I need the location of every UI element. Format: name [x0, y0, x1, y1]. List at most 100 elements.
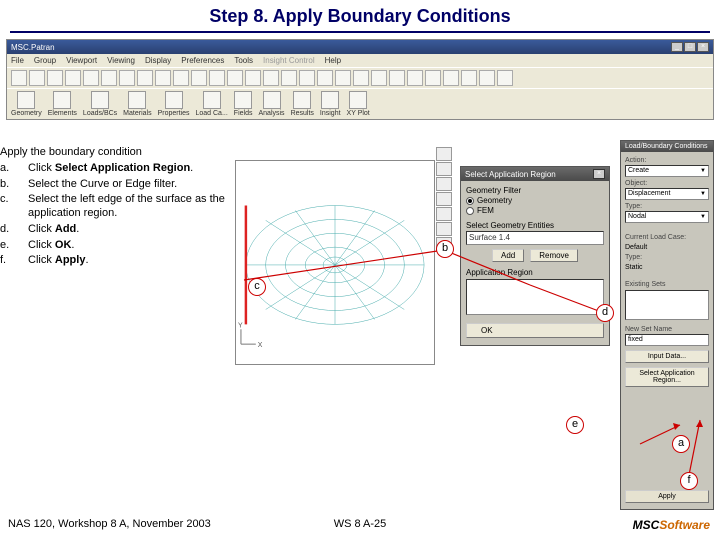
maximize-icon[interactable]: □ — [684, 42, 696, 52]
tool-icon[interactable] — [173, 70, 189, 86]
tool-icon[interactable] — [317, 70, 333, 86]
tool-icon[interactable] — [461, 70, 477, 86]
action-select[interactable]: Create ▼ — [625, 165, 709, 177]
model-viewport[interactable]: Y X — [235, 160, 435, 365]
msc-logo: MSCSoftware — [633, 518, 710, 532]
tool-icon[interactable] — [83, 70, 99, 86]
existing-sets-label: Existing Sets — [625, 281, 709, 288]
footer-center: WS 8 A-25 — [334, 518, 387, 530]
svg-text:X: X — [258, 342, 263, 349]
chevron-down-icon: ▼ — [700, 166, 706, 176]
tool-icon[interactable] — [335, 70, 351, 86]
add-button[interactable]: Add — [492, 249, 524, 262]
tool-icon[interactable] — [353, 70, 369, 86]
cat-label: Loads/BCs — [83, 110, 117, 117]
cat-fields[interactable]: Fields — [234, 91, 253, 117]
instruction-item: b.Select the Curve or Edge filter. — [14, 178, 232, 192]
input-data-button[interactable]: Input Data... — [625, 350, 709, 363]
tool-icon[interactable] — [119, 70, 135, 86]
chevron-down-icon: ▼ — [700, 189, 706, 199]
menu-item[interactable]: Viewport — [66, 56, 97, 65]
vp-tool-icon[interactable] — [436, 207, 452, 221]
vp-tool-icon[interactable] — [436, 192, 452, 206]
remove-button[interactable]: Remove — [530, 249, 578, 262]
tool-icon[interactable] — [11, 70, 27, 86]
tool-icon[interactable] — [227, 70, 243, 86]
radio-label: Geometry — [477, 196, 512, 205]
select-value: Create — [628, 166, 649, 176]
vp-tool-icon[interactable] — [436, 147, 452, 161]
new-set-name-field[interactable]: fixed — [625, 334, 709, 346]
close-icon[interactable]: × — [593, 169, 605, 179]
close-icon[interactable]: × — [697, 42, 709, 52]
tool-icon[interactable] — [443, 70, 459, 86]
tool-icon[interactable] — [101, 70, 117, 86]
menu-bar: File Group Viewport Viewing Display Pref… — [7, 54, 713, 67]
object-label: Object: — [625, 180, 709, 187]
cat-insight[interactable]: Insight — [320, 91, 341, 117]
menu-item[interactable]: Help — [325, 56, 341, 65]
loadcases-icon — [203, 91, 221, 109]
vp-tool-icon[interactable] — [436, 177, 452, 191]
menu-item[interactable]: Display — [145, 56, 171, 65]
object-select[interactable]: Displacement▼ — [625, 188, 709, 200]
type-select[interactable]: Nodal▼ — [625, 211, 709, 223]
select-entities-field[interactable]: Surface 1.4 — [466, 231, 604, 245]
cat-analysis[interactable]: Analysis — [258, 91, 284, 117]
callout-b: b — [436, 240, 454, 258]
application-region-label: Application Region — [466, 268, 604, 277]
minimize-icon[interactable]: _ — [671, 42, 683, 52]
tool-icon[interactable] — [497, 70, 513, 86]
radio-fem[interactable]: FEM — [466, 206, 604, 215]
vp-tool-icon[interactable] — [436, 222, 452, 236]
cat-geometry[interactable]: Geometry — [11, 91, 42, 117]
radio-geometry[interactable]: Geometry — [466, 196, 604, 205]
callout-a: a — [672, 435, 690, 453]
tool-icon[interactable] — [245, 70, 261, 86]
window-buttons: _ □ × — [671, 42, 709, 52]
ok-button[interactable]: OK — [466, 323, 604, 338]
loadcase-type-value: Static — [625, 264, 709, 271]
tool-icon[interactable] — [425, 70, 441, 86]
tool-icon[interactable] — [65, 70, 81, 86]
panel-title: Load/Boundary Conditions — [625, 143, 708, 150]
tool-icon[interactable] — [155, 70, 171, 86]
new-set-name-label: New Set Name — [625, 326, 709, 333]
tool-icon[interactable] — [29, 70, 45, 86]
tool-icon[interactable] — [137, 70, 153, 86]
menu-item[interactable]: Preferences — [181, 56, 224, 65]
viewport-toolbar — [436, 147, 452, 251]
select-application-region-button[interactable]: Select Application Region... — [625, 367, 709, 387]
tool-icon[interactable] — [407, 70, 423, 86]
tool-icon[interactable] — [389, 70, 405, 86]
tool-icon[interactable] — [479, 70, 495, 86]
cat-elements[interactable]: Elements — [48, 91, 77, 117]
tool-icon[interactable] — [47, 70, 63, 86]
cat-materials[interactable]: Materials — [123, 91, 151, 117]
tool-icon[interactable] — [371, 70, 387, 86]
cat-loadcases[interactable]: Load Ca... — [195, 91, 227, 117]
vp-tool-icon[interactable] — [436, 162, 452, 176]
app-name: MSC.Patran — [11, 43, 55, 52]
menu-item[interactable]: Group — [34, 56, 56, 65]
apply-button[interactable]: Apply — [625, 490, 709, 503]
menu-item[interactable]: Insight Control — [263, 56, 315, 65]
tool-icon[interactable] — [263, 70, 279, 86]
menu-item[interactable]: File — [11, 56, 24, 65]
tool-icon[interactable] — [209, 70, 225, 86]
menu-item[interactable]: Tools — [234, 56, 253, 65]
cat-xyplot[interactable]: XY Plot — [347, 91, 370, 117]
existing-sets-list[interactable] — [625, 290, 709, 320]
application-region-list[interactable] — [466, 279, 604, 315]
menu-item[interactable]: Viewing — [107, 56, 135, 65]
fields-icon — [234, 91, 252, 109]
cat-label: XY Plot — [347, 110, 370, 117]
cat-results[interactable]: Results — [291, 91, 314, 117]
tool-icon[interactable] — [281, 70, 297, 86]
tool-icon[interactable] — [299, 70, 315, 86]
elements-icon — [53, 91, 71, 109]
cat-properties[interactable]: Properties — [158, 91, 190, 117]
tool-icon[interactable] — [191, 70, 207, 86]
title-rule — [10, 31, 710, 33]
cat-loads[interactable]: Loads/BCs — [83, 91, 117, 117]
